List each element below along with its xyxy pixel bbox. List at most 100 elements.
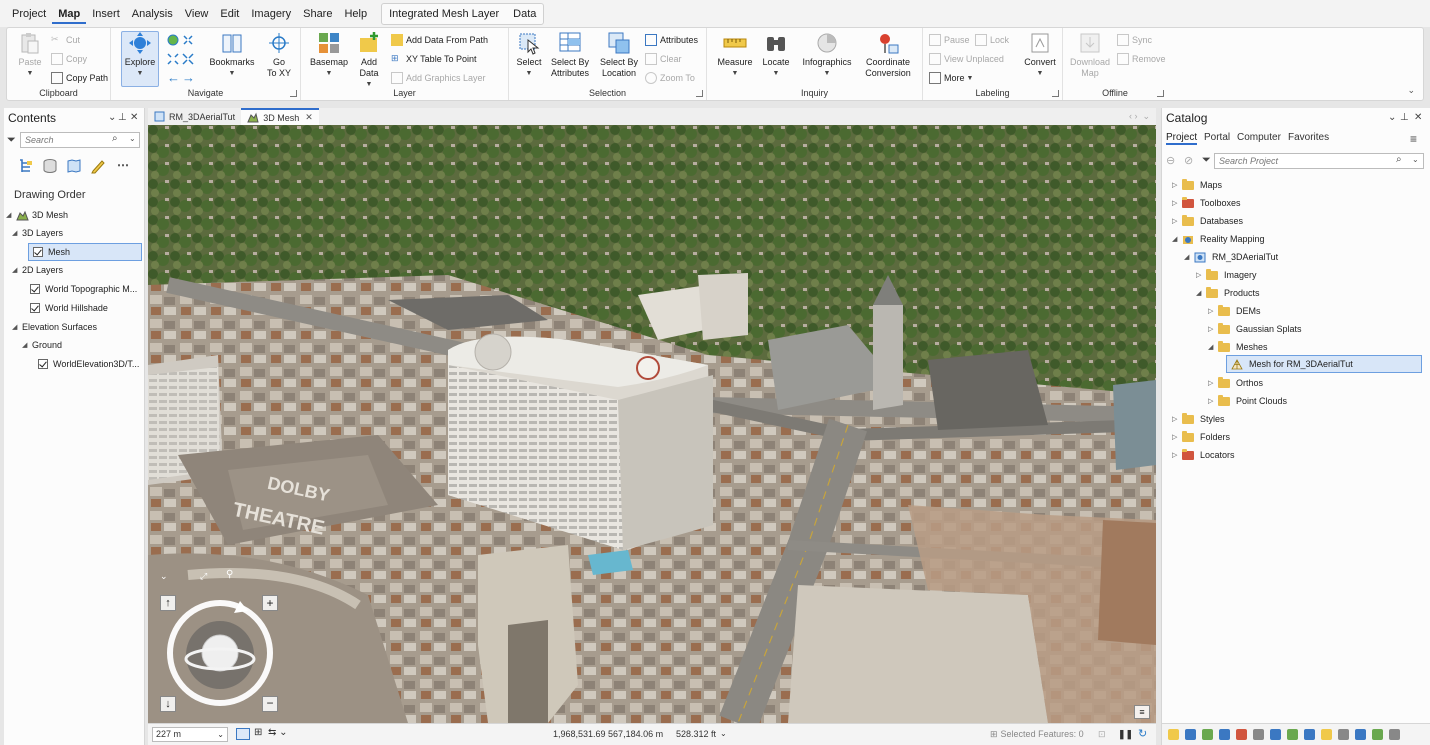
basemap-button[interactable]: Basemap ▼	[309, 31, 349, 79]
catalog-item-products[interactable]: ◢ Products	[1196, 284, 1260, 302]
close-icon[interactable]: ✕	[130, 112, 138, 123]
arrow-left-icon[interactable]: ←	[167, 71, 180, 84]
add-graphics-layer-button[interactable]: Add Graphics Layer	[391, 70, 486, 86]
selection-dialog-launcher[interactable]	[696, 90, 703, 97]
menu-share[interactable]: Share	[297, 4, 338, 24]
chart-icon[interactable]	[1355, 729, 1366, 740]
menu-help[interactable]: Help	[338, 4, 373, 24]
tree-row-mesh[interactable]: Mesh	[28, 243, 142, 261]
tree-row-world-topographic[interactable]: World Topographic M...	[30, 280, 137, 298]
geoprocessing-icon[interactable]	[1202, 729, 1213, 740]
catalog-item-locators[interactable]: ▷ Locators	[1172, 446, 1235, 464]
expand-triangle-icon[interactable]: ◢	[1172, 235, 1182, 243]
tab-rm-3daerialtut[interactable]: RM_3DAerialTut	[148, 108, 241, 125]
collapsed-triangle-icon[interactable]: ▷	[1172, 451, 1182, 459]
scale-input[interactable]: 227 m ⌄	[152, 727, 228, 742]
collapsed-triangle-icon[interactable]: ▷	[1172, 181, 1182, 189]
add-data-from-path-button[interactable]: Add Data From Path	[391, 32, 488, 48]
labeling-dialog-launcher[interactable]	[1052, 90, 1059, 97]
menu-imagery[interactable]: Imagery	[245, 4, 297, 24]
map-overlay-menu-icon[interactable]: ≡	[1134, 705, 1150, 719]
navigator-compass-icon[interactable]	[164, 597, 276, 709]
catalog-tab-favorites[interactable]: Favorites	[1288, 132, 1329, 143]
full-extent-button[interactable]	[167, 32, 197, 48]
catalog-item-maps[interactable]: ▷ Maps	[1172, 176, 1222, 194]
expand-triangle-icon[interactable]: ◢	[12, 323, 22, 331]
tab-3d-mesh[interactable]: 3D Mesh ✕	[241, 108, 319, 125]
pause-labeling-button[interactable]: Pause	[929, 32, 970, 48]
catalog-item-dems[interactable]: ▷ DEMs	[1208, 302, 1261, 320]
select-by-attributes-button[interactable]: Select By Attributes	[547, 31, 593, 79]
menu-integrated-mesh-layer[interactable]: Integrated Mesh Layer	[382, 4, 506, 24]
catalog-item-rm-3daerialtut[interactable]: ◢ RM_3DAerialTut	[1184, 248, 1278, 266]
explore-button[interactable]: Explore ▼	[123, 31, 157, 79]
status-extra-icon[interactable]: ⊡	[1098, 729, 1106, 740]
layout-icon[interactable]	[1270, 729, 1281, 740]
convert-button[interactable]: Convert ▼	[1021, 31, 1059, 79]
hamburger-menu-icon[interactable]: ≡	[1410, 132, 1417, 146]
pin-icon[interactable]: ⊥	[118, 112, 127, 123]
lock-labeling-button[interactable]: Lock	[975, 32, 1009, 48]
history-icon[interactable]	[1219, 729, 1230, 740]
catalog-item-imagery[interactable]: ▷ Imagery	[1196, 266, 1257, 284]
catalog-item-gaussian-splats[interactable]: ▷ Gaussian Splats	[1208, 320, 1302, 338]
bookmarks-button[interactable]: Bookmarks ▼	[207, 31, 257, 79]
tree-row-elevation-surfaces[interactable]: ◢ Elevation Surfaces	[12, 318, 97, 336]
collapsed-triangle-icon[interactable]: ▷	[1208, 379, 1218, 387]
filter-icon[interactable]: ⏷	[7, 134, 16, 147]
paste-button[interactable]: Paste ▼	[15, 31, 45, 79]
pane-options-chevron-icon[interactable]: ⌄	[1388, 112, 1396, 123]
tree-row-3d-layers[interactable]: ◢ 3D Layers	[12, 224, 63, 242]
select-by-location-button[interactable]: Select By Location	[597, 31, 641, 79]
navigator-collapse-chevron-icon[interactable]: ⌄	[160, 571, 168, 582]
chevron-down-icon[interactable]: ⌄	[1412, 155, 1419, 164]
download-map-button[interactable]: Download Map	[1067, 31, 1113, 79]
scene-view[interactable]: DOLBY THEATRE ⌄ ⤢ ⚲ ↑ + ↓ − ≡	[148, 125, 1156, 723]
symbology-icon[interactable]	[1236, 729, 1247, 740]
menu-view[interactable]: View	[179, 4, 215, 24]
aerial-mesh-imagery[interactable]: DOLBY THEATRE	[148, 125, 1156, 723]
pin-icon[interactable]: ⊥	[1400, 112, 1409, 123]
filter-icon[interactable]: ⏷	[1202, 154, 1211, 167]
remove-offline-button[interactable]: Remove	[1117, 51, 1166, 67]
collapsed-triangle-icon[interactable]: ▷	[1208, 325, 1218, 333]
tasks-icon[interactable]	[1372, 729, 1383, 740]
infographics-button[interactable]: Infographics ▼	[799, 31, 855, 79]
menu-edit[interactable]: Edit	[214, 4, 245, 24]
catalog-item-toolboxes[interactable]: ▷ Toolboxes	[1172, 194, 1241, 212]
forward-icon[interactable]: ⊘	[1184, 154, 1193, 167]
hillshade-visibility-checkbox[interactable]	[30, 303, 40, 313]
catalog-tab-computer[interactable]: Computer	[1237, 132, 1281, 143]
expand-triangle-icon[interactable]: ◢	[12, 266, 22, 274]
tree-row-world-elevation[interactable]: WorldElevation3D/T...	[38, 355, 139, 373]
tree-row-2d-layers[interactable]: ◢ 2D Layers	[12, 261, 63, 279]
contents-pane-icon[interactable]	[1168, 729, 1179, 740]
topographic-visibility-checkbox[interactable]	[30, 284, 40, 294]
catalog-item-meshes[interactable]: ◢ Meshes	[1208, 338, 1268, 356]
arrow-right-icon[interactable]: →	[182, 71, 195, 84]
modify-features-icon[interactable]	[1321, 729, 1332, 740]
close-tab-icon[interactable]: ✕	[305, 112, 313, 123]
back-icon[interactable]: ⊖	[1166, 154, 1175, 167]
pane-options-chevron-icon[interactable]: ⌄	[108, 112, 116, 123]
export-icon[interactable]	[1287, 729, 1298, 740]
collapsed-triangle-icon[interactable]: ▷	[1172, 415, 1182, 423]
offline-dialog-launcher[interactable]	[1157, 90, 1164, 97]
tree-row-ground[interactable]: ◢ Ground	[22, 336, 62, 354]
copy-path-button[interactable]: Copy Path	[51, 70, 108, 86]
expand-triangle-icon[interactable]: ◢	[6, 211, 16, 219]
units-chevron-down-icon[interactable]: ⌄	[720, 729, 727, 738]
catalog-item-folders[interactable]: ▷ Folders	[1172, 428, 1230, 446]
add-data-button[interactable]: Add Data ▼	[353, 31, 385, 90]
refresh-icon[interactable]: ↻	[1138, 727, 1147, 740]
select-button[interactable]: Select ▼	[513, 31, 545, 79]
table-view-icon[interactable]: ⊞	[254, 727, 262, 738]
list-by-editing-icon[interactable]	[90, 158, 106, 174]
expand-triangle-icon[interactable]: ◢	[22, 341, 32, 349]
list-by-selection-icon[interactable]	[66, 158, 82, 174]
attributes-pane-icon[interactable]	[1253, 729, 1264, 740]
catalog-item-databases[interactable]: ▷ Databases	[1172, 212, 1243, 230]
collapsed-triangle-icon[interactable]: ▷	[1172, 433, 1182, 441]
grid-view-icon[interactable]	[236, 728, 250, 740]
catalog-item-styles[interactable]: ▷ Styles	[1172, 410, 1225, 428]
